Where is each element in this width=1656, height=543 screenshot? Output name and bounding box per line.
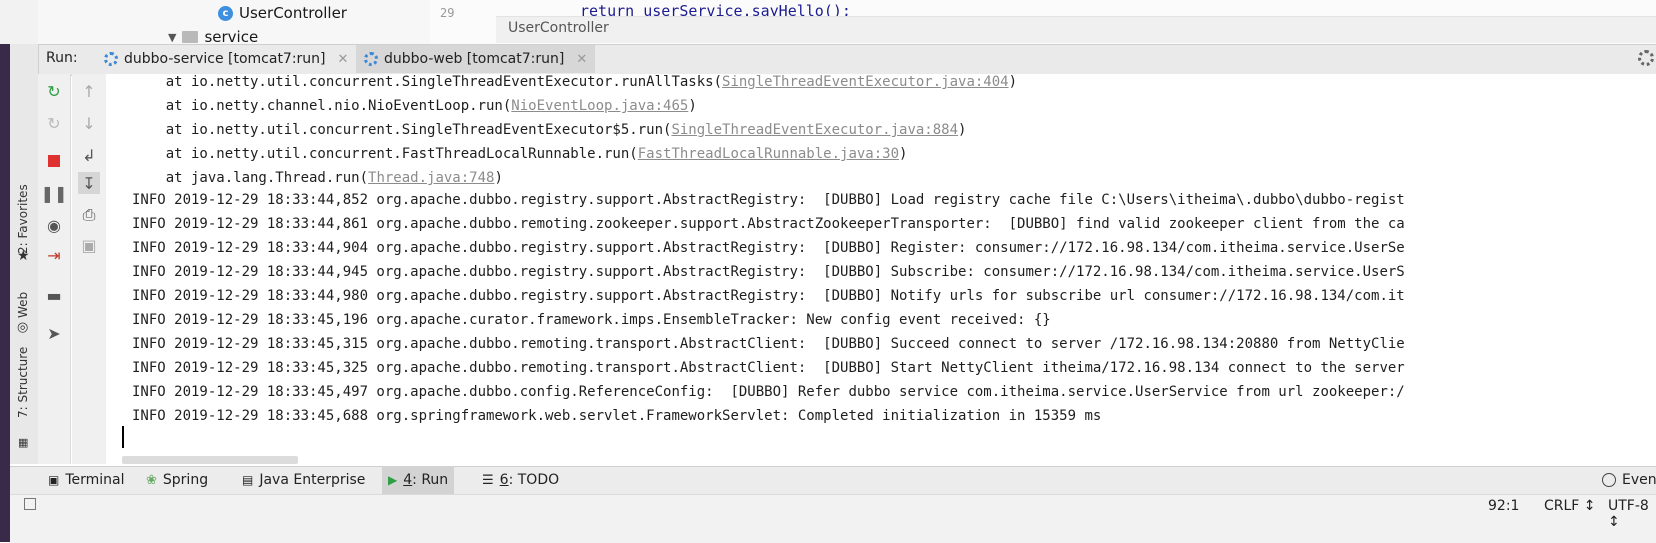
tab-dubbo-service[interactable]: dubbo-service [tomcat7:run] ✕ <box>96 45 356 73</box>
console-toolbar: ↑ ↓ ↲ ↧ ⎙ ▣ <box>72 74 107 464</box>
console-line: INFO 2019-12-29 18:33:45,497 org.apache.… <box>132 384 1405 400</box>
run-toolbar: ↻ ↻ ❚❚ ◉ ⇥ ▬ ➤ <box>38 74 71 464</box>
close-icon[interactable]: ✕ <box>338 52 349 67</box>
line-separator[interactable]: CRLF ↕ <box>1544 498 1596 514</box>
horizontal-scrollbar[interactable] <box>122 456 298 464</box>
web-tab[interactable]: Web <box>16 292 30 318</box>
tab-todo[interactable]: ☰ 6: TODO <box>476 466 565 494</box>
line-number: 29 <box>440 6 455 20</box>
breadcrumb[interactable]: UserController <box>508 20 609 36</box>
tomcat-gear-icon <box>364 52 378 66</box>
tab-terminal[interactable]: ▣ Terminal <box>42 466 131 494</box>
console-line: INFO 2019-12-29 18:33:44,904 org.apache.… <box>132 240 1405 256</box>
desktop-edge <box>0 0 10 542</box>
tree-item-label: UserController <box>239 4 347 22</box>
stop-icon[interactable] <box>43 150 65 172</box>
console-line: at io.netty.channel.nio.NioEventLoop.run… <box>132 98 697 114</box>
pause-icon[interactable]: ❚❚ <box>41 182 68 204</box>
class-icon: c <box>218 5 233 21</box>
status-bar <box>10 494 1656 543</box>
structure-icon: ▦ <box>18 436 29 449</box>
rerun-icon[interactable]: ↻ <box>43 80 65 102</box>
spring-leaf-icon: ❀ <box>146 472 157 488</box>
tab-label: dubbo-service [tomcat7:run] <box>124 51 326 67</box>
console-line: at io.netty.util.concurrent.FastThreadLo… <box>132 146 908 162</box>
camera-icon[interactable]: ◉ <box>43 214 65 236</box>
stacktrace-link[interactable]: SingleThreadEventExecutor.java:404 <box>722 74 1009 90</box>
text-caret <box>122 426 124 448</box>
java-enterprise-icon: ▤ <box>242 473 254 487</box>
up-arrow-icon[interactable]: ↑ <box>78 80 100 102</box>
run-label: Run: <box>46 50 78 66</box>
console-line: INFO 2019-12-29 18:33:45,315 org.apache.… <box>132 336 1405 352</box>
cursor-position[interactable]: 92:1 <box>1488 498 1519 514</box>
console-line: at java.lang.Thread.run(Thread.java:748) <box>132 170 503 186</box>
gear-icon[interactable] <box>1638 50 1654 66</box>
console-line: at io.netty.util.concurrent.SingleThread… <box>132 122 967 138</box>
print-icon[interactable]: ⎙ <box>78 204 100 226</box>
console-line: INFO 2019-12-29 18:33:44,852 org.apache.… <box>132 192 1405 208</box>
chevron-down-icon[interactable]: ▼ <box>168 31 176 44</box>
tab-run[interactable]: ▶ 4: Run <box>382 466 455 494</box>
tab-spring[interactable]: ❀ Spring <box>140 466 214 494</box>
exit-icon[interactable]: ⇥ <box>43 244 65 266</box>
tool-window-toggle-icon[interactable] <box>24 498 36 510</box>
console-line: at io.netty.util.concurrent.SingleThread… <box>132 74 1018 90</box>
close-icon[interactable]: ✕ <box>576 52 587 67</box>
left-tool-strip: 2: Favorites ★ Web ◎ 7: Structure ▦ <box>10 44 39 464</box>
tab-event-log[interactable]: Even <box>1596 466 1656 494</box>
play-icon: ▶ <box>388 473 398 487</box>
favorites-tab[interactable]: 2: Favorites <box>16 184 30 254</box>
star-icon: ★ <box>17 248 30 264</box>
stacktrace-link[interactable]: FastThreadLocalRunnable.java:30 <box>638 146 899 162</box>
folder-icon <box>182 31 199 43</box>
trash-icon[interactable]: ▣ <box>78 234 100 256</box>
stacktrace-link[interactable]: SingleThreadEventExecutor.java:884 <box>671 122 958 138</box>
rerun-failed-icon[interactable]: ↻ <box>43 112 65 134</box>
console-output[interactable]: at io.netty.util.concurrent.SingleThread… <box>106 74 1656 464</box>
breadcrumb-bar <box>496 16 1656 43</box>
stacktrace-link[interactable]: Thread.java:748 <box>368 170 494 186</box>
web-icon: ◎ <box>17 320 29 335</box>
scroll-to-end-icon[interactable]: ↧ <box>78 172 100 194</box>
terminal-icon: ▣ <box>48 473 60 487</box>
event-log-icon <box>1602 473 1616 487</box>
console-line: INFO 2019-12-29 18:33:44,980 org.apache.… <box>132 288 1405 304</box>
tomcat-gear-icon <box>104 52 118 66</box>
file-encoding[interactable]: UTF-8 ↕ <box>1608 498 1656 530</box>
console-line: INFO 2019-12-29 18:33:44,945 org.apache.… <box>132 264 1405 280</box>
console-line: INFO 2019-12-29 18:33:45,325 org.apache.… <box>132 360 1405 376</box>
layout-icon[interactable]: ▬ <box>43 284 65 306</box>
list-icon: ☰ <box>482 472 494 488</box>
tab-java-enterprise[interactable]: ▤ Java Enterprise <box>236 466 371 494</box>
soft-wrap-icon[interactable]: ↲ <box>78 144 100 166</box>
stacktrace-link[interactable]: NioEventLoop.java:465 <box>511 98 688 114</box>
console-line: INFO 2019-12-29 18:33:44,861 org.apache.… <box>132 216 1405 232</box>
console-line: INFO 2019-12-29 18:33:45,196 org.apache.… <box>132 312 1051 328</box>
tree-item-usercontroller[interactable]: c UserController <box>218 4 347 22</box>
console-line: INFO 2019-12-29 18:33:45,688 org.springf… <box>132 408 1102 424</box>
structure-tab[interactable]: 7: Structure <box>16 347 30 418</box>
pin-icon[interactable]: ➤ <box>43 322 65 344</box>
tab-label: dubbo-web [tomcat7:run] <box>384 51 565 67</box>
down-arrow-icon[interactable]: ↓ <box>78 112 100 134</box>
tab-dubbo-web[interactable]: dubbo-web [tomcat7:run] ✕ <box>356 45 596 73</box>
